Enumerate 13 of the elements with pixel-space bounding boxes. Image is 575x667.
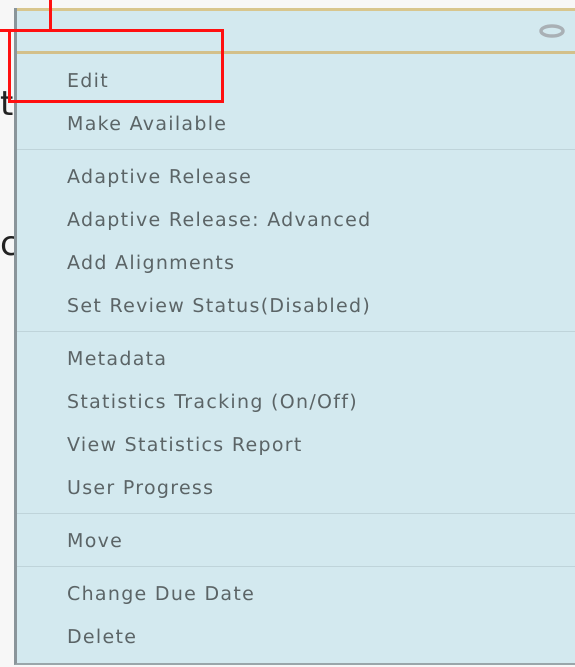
menu-item[interactable]: Statistics Tracking (On/Off) xyxy=(17,380,575,423)
menu-item[interactable]: Adaptive Release: Advanced xyxy=(17,198,575,241)
menu-item[interactable]: Delete xyxy=(17,615,575,658)
menu-item[interactable]: User Progress xyxy=(17,466,575,509)
menu-item[interactable]: Change Due Date xyxy=(17,572,575,615)
menu-item[interactable]: Adaptive Release xyxy=(17,155,575,198)
menu-item[interactable]: View Statistics Report xyxy=(17,423,575,466)
menu-item[interactable]: Add Alignments xyxy=(17,241,575,284)
menu-item[interactable]: Make Available xyxy=(17,102,575,145)
menu-item[interactable]: Move xyxy=(17,519,575,562)
menu-item[interactable]: Edit xyxy=(17,59,575,102)
menu-item[interactable]: Metadata xyxy=(17,337,575,380)
menu-item[interactable]: Set Review Status(Disabled) xyxy=(17,284,575,327)
